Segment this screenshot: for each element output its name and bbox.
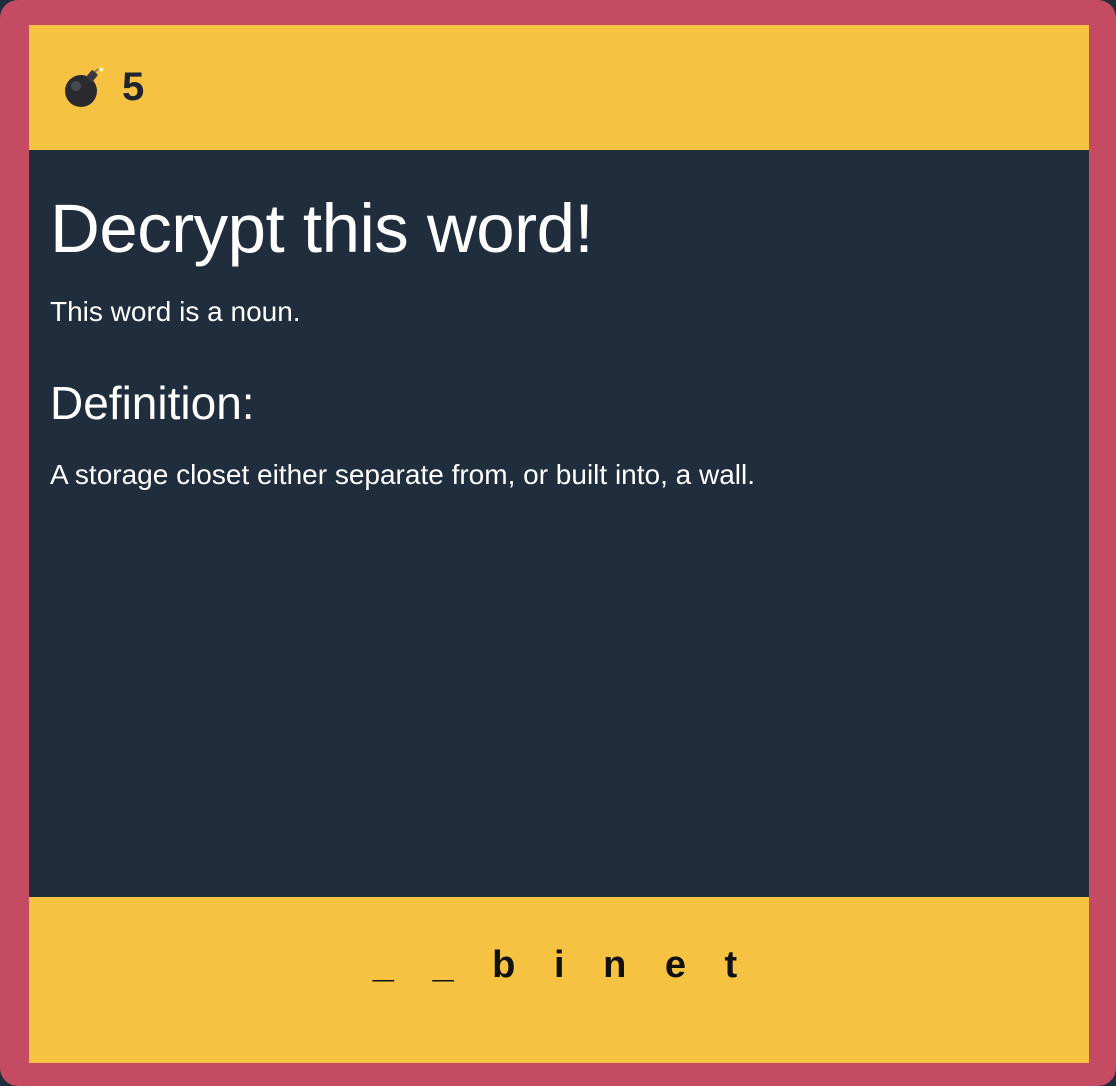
definition-text: A storage closet either separate from, o…: [50, 459, 756, 490]
word-bar: _ _ b i n e t: [29, 897, 1089, 1063]
page-title: Decrypt this word!: [50, 190, 594, 267]
part-of-speech-text: This word is a noun.: [50, 296, 301, 327]
masked-word: _ _ b i n e t: [372, 943, 752, 986]
definition-heading: Definition:: [50, 377, 255, 429]
clue-panel: Decrypt this word! This word is a noun. …: [29, 150, 1089, 897]
game-frame: 5 Decrypt this word! This word is a noun…: [0, 0, 1116, 1086]
status-bar: 5: [29, 25, 1089, 150]
lives-count: 5: [122, 64, 145, 109]
game-card: 5 Decrypt this word! This word is a noun…: [29, 25, 1089, 1063]
bomb-icon: [62, 65, 106, 109]
lives-indicator: 5: [62, 65, 144, 109]
